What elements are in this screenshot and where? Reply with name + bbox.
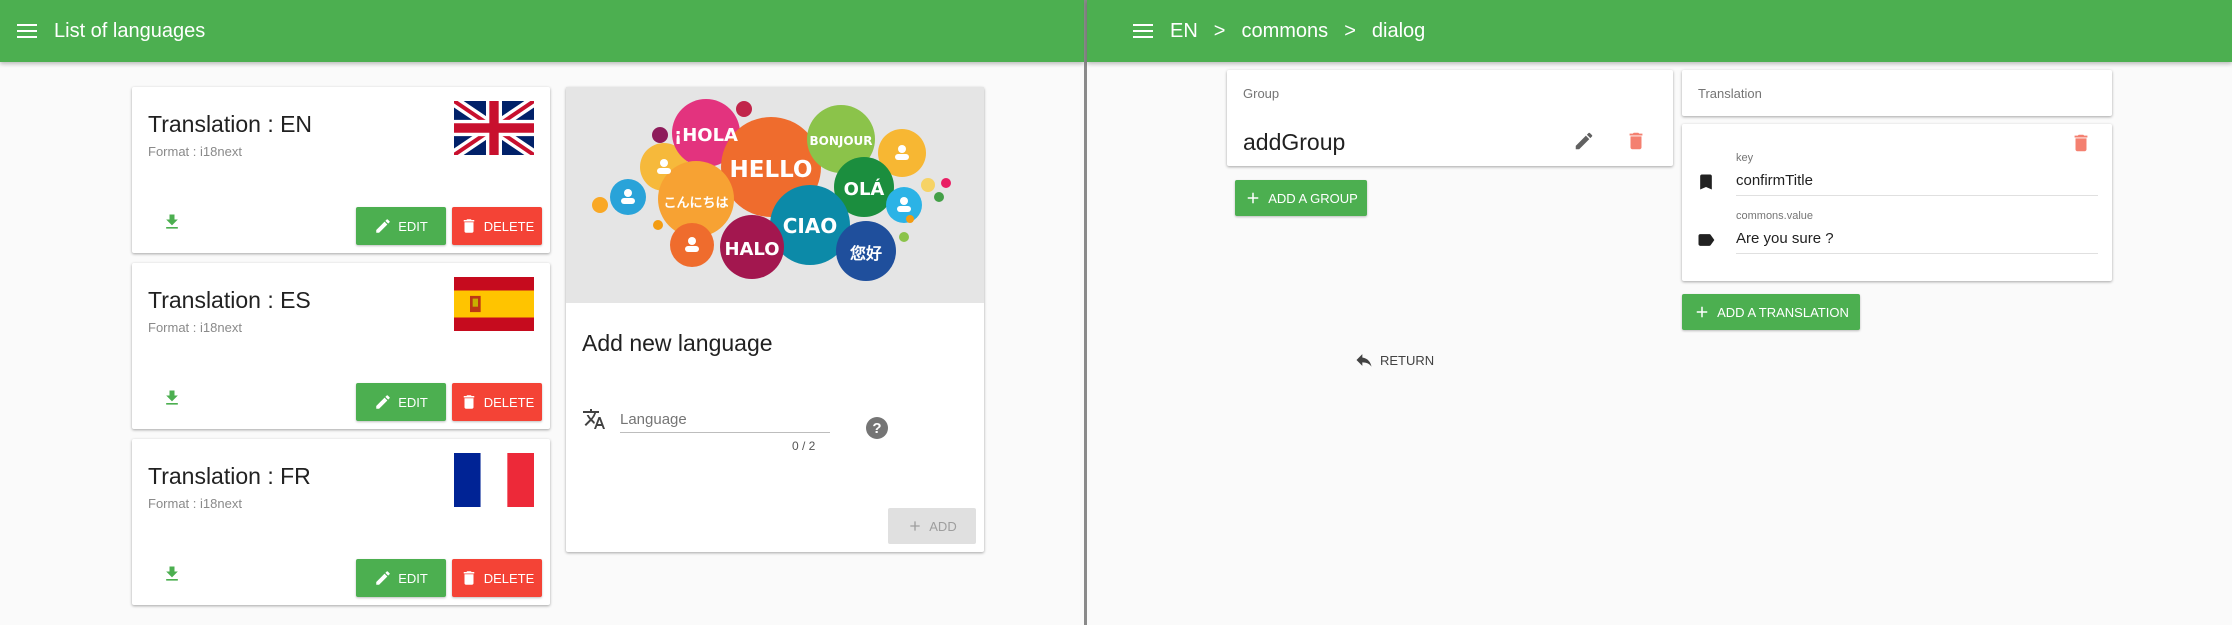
group-name: addGroup	[1243, 129, 1346, 155]
bookmark-icon	[1700, 174, 1712, 190]
trash-icon	[463, 395, 474, 409]
value-field[interactable]: Are you sure ?	[1736, 230, 2098, 254]
page-title: List of languages	[54, 19, 206, 42]
languages-pane: List of languages Translation : EN Forma…	[0, 0, 1084, 625]
bubble-word: HALO	[724, 239, 779, 260]
bubble-word: CIAO	[783, 214, 838, 238]
app-bar: EN > commons > dialog	[1087, 0, 2232, 62]
add-language-button[interactable]: ADD	[888, 508, 976, 544]
return-button[interactable]: RETURN	[1354, 345, 1434, 375]
app-bar: List of languages	[0, 0, 1084, 62]
add-language-card: ¡HOLA HELLO BONJOUR OLÁ こんにちは CIAO HALO …	[566, 87, 984, 552]
download-icon[interactable]	[162, 388, 182, 408]
download-icon[interactable]	[162, 212, 182, 232]
label-tag-icon	[1698, 234, 1715, 246]
bubble-word: ¡HOLA	[674, 125, 738, 146]
translation-format: Format : i18next	[148, 320, 242, 335]
breadcrumb: EN > commons > dialog	[1170, 20, 1441, 43]
delete-button[interactable]: DELETE	[452, 207, 542, 245]
language-input[interactable]	[620, 407, 830, 433]
language-field: 0 / 2 ?	[582, 407, 952, 467]
uk-flag-icon	[454, 101, 534, 155]
trash-icon[interactable]	[1625, 130, 1647, 152]
bubble-word: BONJOUR	[809, 134, 872, 148]
bubble-word: HELLO	[729, 157, 812, 183]
translation-card-en: Translation : EN Format : i18next EDIT D…	[132, 87, 550, 253]
translation-header: Translation	[1682, 70, 2112, 116]
translation-title: Translation : FR	[148, 463, 311, 489]
plus-icon	[1696, 306, 1708, 318]
breadcrumb-separator: >	[1213, 19, 1226, 42]
bubble-word: こんにちは	[663, 196, 728, 211]
translate-icon	[583, 409, 605, 429]
reply-icon	[1356, 354, 1372, 367]
translation-title: Translation : EN	[148, 111, 313, 137]
translation-label: Translation	[1698, 86, 1762, 101]
group-card: Group addGroup	[1227, 70, 1673, 166]
help-icon[interactable]: ?	[866, 417, 888, 439]
bubble-word: 您好	[850, 244, 882, 263]
plus-icon	[910, 521, 920, 531]
group-label: Group	[1243, 86, 1280, 101]
breadcrumb-item[interactable]: commons	[1241, 20, 1328, 43]
translation-card-es: Translation : ES Format : i18next EDIT D…	[132, 263, 550, 429]
add-language-title: Add new language	[582, 330, 773, 356]
add-group-button[interactable]: ADD A GROUP	[1235, 180, 1367, 216]
breadcrumb-current: dialog	[1371, 19, 1426, 42]
menu-icon[interactable]	[1133, 23, 1153, 39]
translation-title: Translation : ES	[148, 287, 311, 313]
edit-button[interactable]: EDIT	[356, 383, 446, 421]
pencil-icon	[376, 571, 390, 585]
hello-bubbles-image: ¡HOLA HELLO BONJOUR OLÁ こんにちは CIAO HALO …	[592, 99, 951, 281]
key-field[interactable]: confirmTitle	[1736, 172, 2098, 196]
translation-editor-pane: EN > commons > dialog Group addGroup ADD…	[1087, 0, 2232, 625]
add-translation-button[interactable]: ADD A TRANSLATION	[1682, 294, 1860, 330]
edit-button[interactable]: EDIT	[356, 559, 446, 597]
key-label: key	[1736, 152, 1754, 164]
translation-format: Format : i18next	[148, 144, 242, 159]
translation-entry-card: key confirmTitle commons.value Are you s…	[1682, 124, 2112, 281]
bubble-word: OLÁ	[844, 178, 885, 200]
edit-button[interactable]: EDIT	[356, 207, 446, 245]
speech-bubbles-illustration: ¡HOLA HELLO BONJOUR OLÁ こんにちは CIAO HALO …	[566, 87, 984, 303]
menu-icon[interactable]	[17, 23, 37, 39]
breadcrumb-separator: >	[1344, 19, 1356, 42]
france-flag-icon	[454, 453, 534, 507]
pencil-icon	[376, 219, 390, 233]
translation-format: Format : i18next	[148, 496, 242, 511]
breadcrumb-item[interactable]: EN	[1170, 20, 1198, 43]
pencil-icon[interactable]	[1573, 130, 1595, 152]
spain-flag-icon	[454, 277, 534, 331]
trash-icon[interactable]	[2070, 132, 2092, 154]
trash-icon	[463, 219, 474, 233]
character-counter: 0 / 2	[792, 439, 816, 453]
plus-icon	[1247, 192, 1259, 204]
trash-icon	[463, 571, 474, 585]
value-label: commons.value	[1736, 210, 1814, 222]
delete-button[interactable]: DELETE	[452, 559, 542, 597]
download-icon[interactable]	[162, 564, 182, 584]
delete-button[interactable]: DELETE	[452, 383, 542, 421]
translation-card-fr: Translation : FR Format : i18next EDIT D…	[132, 439, 550, 605]
pencil-icon	[376, 395, 390, 409]
